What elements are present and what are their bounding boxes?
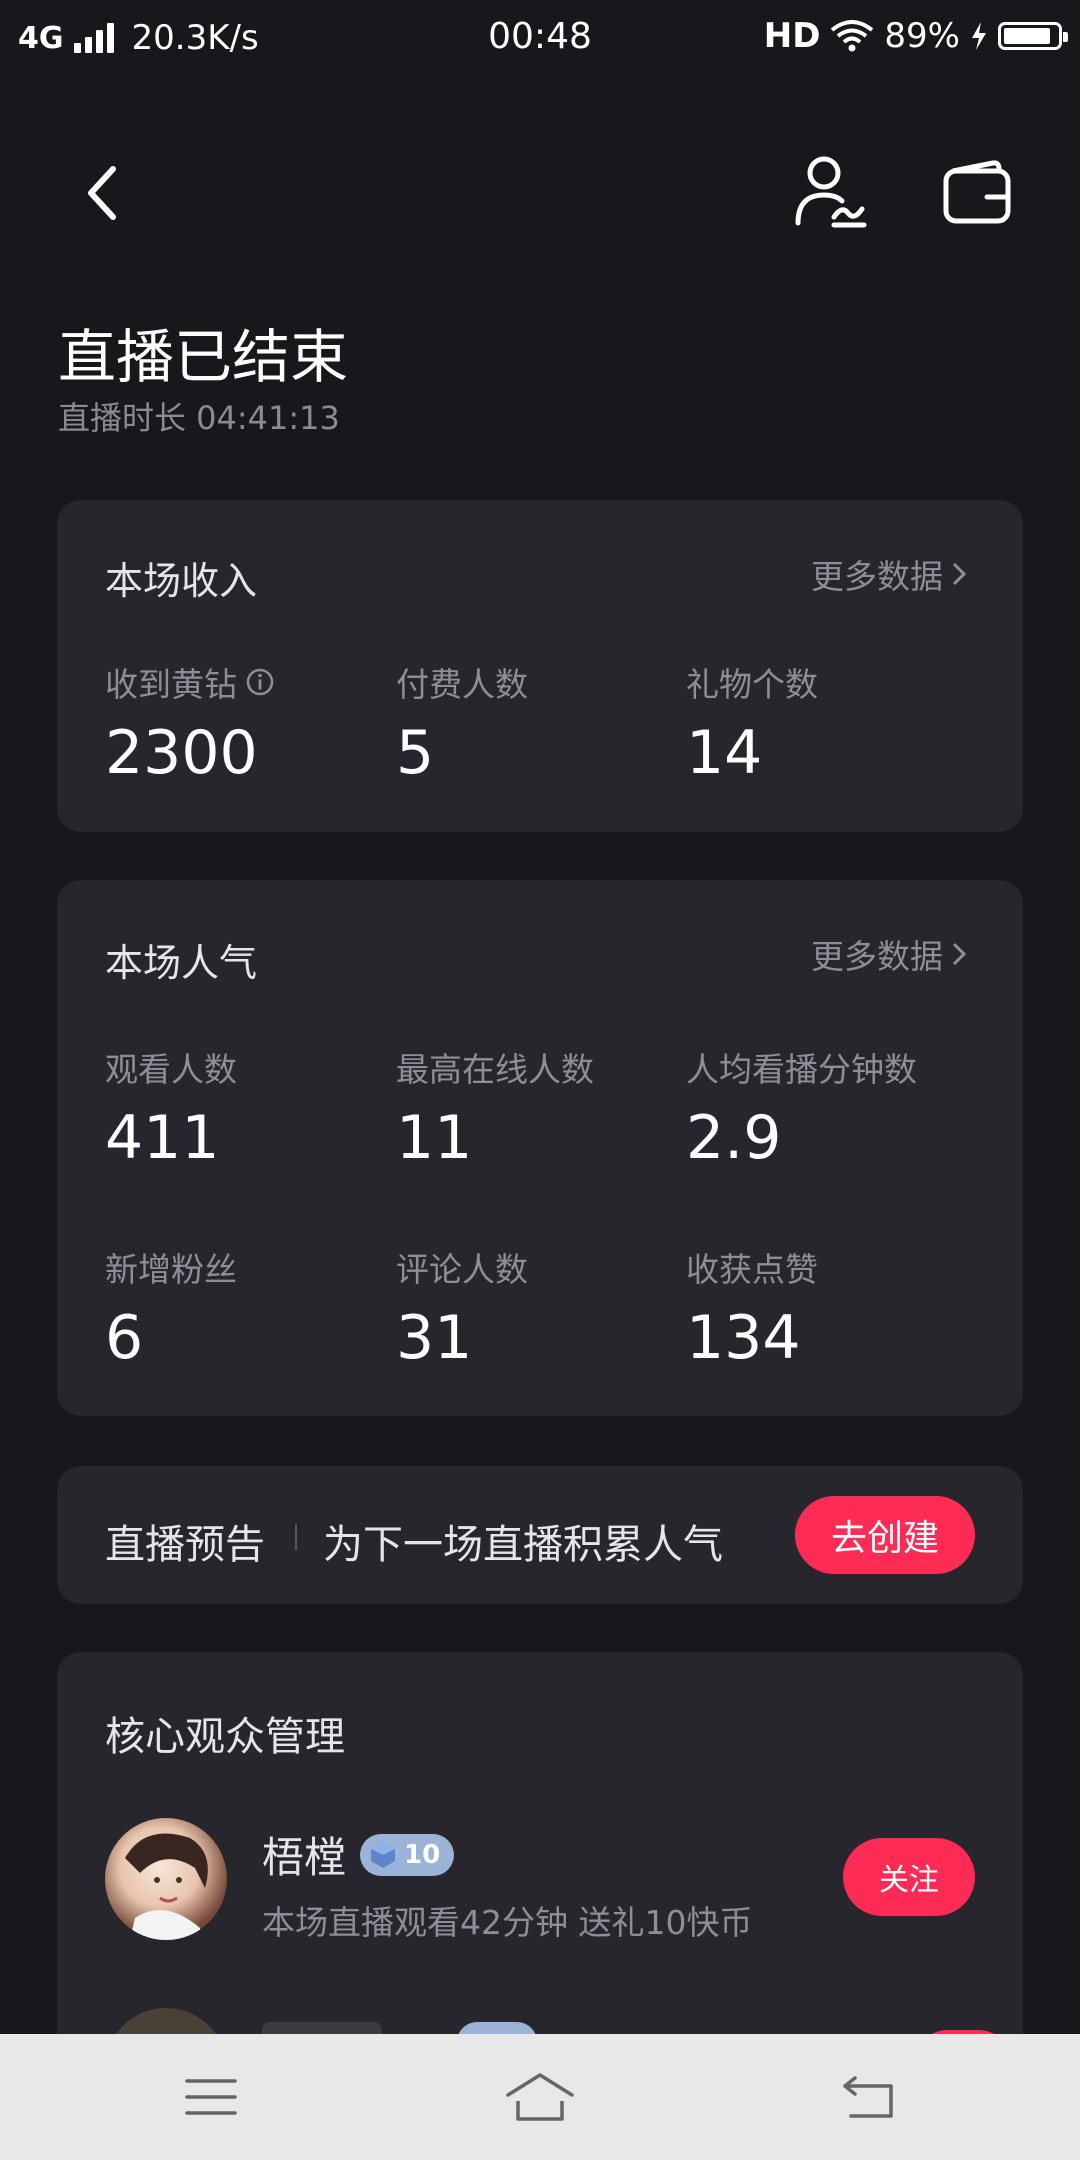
audience-title: 核心观众管理 (105, 1714, 345, 1760)
income-card: 本场收入 更多数据 收到黄钻 2300 付费人数 5 礼物个数 14 (57, 500, 1023, 832)
live-preview-card: 直播预告 为下一场直播积累人气 去创建 (57, 1466, 1023, 1604)
avatar[interactable] (105, 1818, 227, 1940)
user-name[interactable]: 梧樘 (262, 1824, 346, 1885)
charging-icon (972, 22, 986, 50)
wifi-icon (831, 20, 874, 52)
more-label: 更多数据 (811, 937, 943, 976)
metric-gift-count: 礼物个数 14 (686, 658, 818, 788)
back-button[interactable] (58, 148, 148, 238)
preview-subtitle: 为下一场直播积累人气 (323, 1522, 723, 1568)
metric-label: 礼物个数 (686, 665, 818, 704)
metric-label: 人均看播分钟数 (686, 1050, 917, 1089)
menu-button[interactable] (151, 2034, 271, 2160)
metric-new-fans: 新增粉丝 6 (105, 1243, 237, 1373)
metric-value: 134 (686, 1303, 801, 1373)
more-label: 更多数据 (811, 557, 943, 596)
metric-label: 评论人数 (396, 1250, 528, 1289)
income-more-link[interactable]: 更多数据 (811, 550, 967, 598)
metric-likes: 收获点赞 134 (686, 1243, 818, 1373)
metric-label: 观看人数 (105, 1050, 237, 1089)
metric-peak-online: 最高在线人数 11 (396, 1043, 594, 1173)
income-title: 本场收入 (105, 559, 258, 603)
metric-paying-users: 付费人数 5 (396, 658, 528, 788)
divider (295, 1524, 297, 1550)
metric-label: 收获点赞 (686, 1250, 818, 1289)
core-audience-card: 核心观众管理 梧樘 10 本场直播观看42分钟 送礼10快币 关注 (57, 1652, 1023, 2130)
live-duration: 直播时长 04:41:13 (58, 399, 340, 437)
chevron-right-icon (952, 562, 967, 586)
user-manage-button[interactable] (785, 146, 875, 236)
metric-value: 411 (105, 1103, 220, 1173)
wallet-icon (943, 160, 1011, 224)
metric-value: 2300 (105, 718, 258, 788)
popularity-card: 本场人气 更多数据 观看人数 411 最高在线人数 11 人均看播分钟数 2.9… (57, 880, 1023, 1416)
metric-value: 14 (686, 718, 763, 788)
metric-avg-minutes: 人均看播分钟数 2.9 (686, 1043, 917, 1173)
metric-label: 新增粉丝 (105, 1250, 237, 1289)
page-title: 直播已结束 (58, 323, 349, 391)
follow-button[interactable]: 关注 (843, 1838, 975, 1916)
metric-value: 5 (396, 718, 435, 788)
metric-viewers: 观看人数 411 (105, 1043, 237, 1173)
avatar-image (125, 1833, 208, 1940)
metric-value: 31 (396, 1303, 473, 1373)
metric-value: 11 (396, 1103, 473, 1173)
metric-label: 收到黄钻 (105, 665, 237, 704)
return-icon (843, 2076, 893, 2118)
home-button[interactable] (480, 2034, 600, 2160)
user-sign-icon (795, 156, 867, 228)
wallet-button[interactable] (932, 148, 1022, 238)
metric-value: 2.9 (686, 1103, 782, 1173)
battery-icon (998, 22, 1068, 50)
metric-commenters: 评论人数 31 (396, 1243, 528, 1373)
metric-label: 付费人数 (396, 665, 528, 704)
hd-indicator: HD (763, 16, 821, 56)
system-nav-bar (0, 2034, 1080, 2160)
home-icon (506, 2073, 574, 2121)
level-value: 10 (404, 1839, 441, 1870)
chevron-right-icon (952, 942, 967, 966)
popularity-title: 本场人气 (105, 941, 258, 985)
create-preview-button[interactable]: 去创建 (795, 1496, 975, 1574)
diamond-icon (371, 1841, 396, 1868)
back-nav-button[interactable] (809, 2034, 929, 2160)
user-name-row: 梧樘 10 (262, 1824, 455, 1885)
metric-yellow-diamond: 收到黄钻 2300 (105, 658, 275, 788)
preview-title: 直播预告 (105, 1522, 265, 1568)
popularity-more-link[interactable]: 更多数据 (811, 930, 967, 978)
status-bar: 4G 20.3K/s 00:48 HD 89% (0, 0, 1080, 74)
info-icon[interactable] (245, 667, 275, 697)
menu-icon (185, 2079, 237, 2115)
metric-label: 最高在线人数 (396, 1050, 594, 1089)
battery-percent: 89% (884, 16, 960, 56)
metric-value: 6 (105, 1303, 144, 1373)
user-watch-detail: 本场直播观看42分钟 送礼10快币 (262, 1903, 753, 1942)
level-badge: 10 (360, 1833, 455, 1876)
chevron-left-icon (88, 166, 116, 220)
